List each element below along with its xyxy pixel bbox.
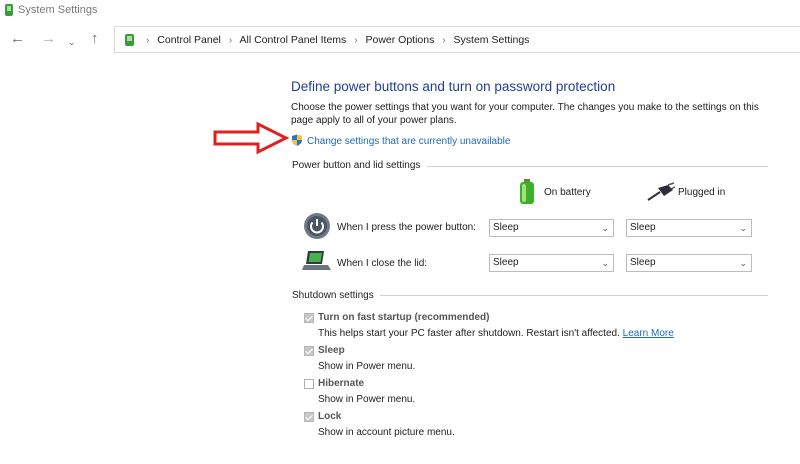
close-lid-battery-select[interactable]: Sleep ⌄ (489, 254, 614, 272)
chevron-down-icon: ⌄ (601, 258, 609, 268)
chevron-down-icon[interactable]: ⌄ (68, 34, 76, 50)
lock-checkbox[interactable] (304, 412, 314, 422)
hibernate-label: Hibernate (318, 378, 365, 389)
hibernate-checkbox[interactable] (304, 379, 314, 389)
breadcrumb-separator: › (442, 35, 446, 46)
chevron-down-icon: ⌄ (739, 223, 747, 233)
address-bar[interactable]: › Control Panel › All Control Panel Item… (114, 26, 800, 53)
page-description: Choose the power settings that you want … (291, 102, 759, 126)
close-lid-plugged-select[interactable]: Sleep ⌄ (626, 254, 752, 272)
learn-more-link[interactable]: Learn More (623, 328, 674, 339)
uac-shield-icon (292, 134, 302, 146)
section-divider (427, 166, 768, 167)
back-arrow-icon[interactable]: ← (10, 31, 25, 47)
fast-startup-checkbox[interactable] (304, 313, 314, 323)
control-panel-icon (125, 34, 134, 46)
sleep-checkbox[interactable] (304, 346, 314, 356)
on-battery-header: On battery (544, 187, 591, 198)
close-lid-label: When I close the lid: (337, 258, 428, 269)
breadcrumb-system-settings[interactable]: System Settings (454, 34, 530, 46)
power-button-label: When I press the power button: (337, 222, 476, 233)
select-value: Sleep (630, 222, 656, 233)
plug-icon (647, 182, 676, 201)
breadcrumb-power-options[interactable]: Power Options (365, 34, 434, 46)
select-value: Sleep (493, 257, 519, 268)
sleep-label: Sleep (318, 345, 345, 356)
red-arrow-annotation-icon (213, 121, 290, 155)
breadcrumb-all-items[interactable]: All Control Panel Items (240, 34, 347, 46)
chevron-down-icon: ⌄ (739, 258, 747, 268)
change-settings-link-text[interactable]: Change settings that are currently unava… (307, 136, 510, 147)
title-bar: System Settings (0, 0, 800, 22)
hibernate-description: Show in Power menu. (318, 394, 416, 405)
sleep-description: Show in Power menu. (318, 361, 416, 372)
shutdown-section-title: Shutdown settings (292, 290, 374, 301)
up-arrow-icon[interactable]: ↑ (91, 31, 99, 47)
breadcrumb-separator: › (228, 35, 233, 46)
lock-label: Lock (318, 411, 342, 422)
plugged-in-header: Plugged in (678, 187, 726, 198)
battery-icon (520, 179, 534, 204)
breadcrumb-separator: › (354, 35, 358, 46)
section-divider (380, 295, 768, 296)
fast-startup-desc-text: This helps start your PC faster after sh… (318, 328, 620, 339)
breadcrumb-control-panel[interactable]: Control Panel (157, 34, 221, 46)
window-title: System Settings (18, 4, 98, 16)
select-value: Sleep (493, 222, 519, 233)
fast-startup-label: Turn on fast startup (recommended) (318, 312, 490, 323)
fast-startup-description: This helps start your PC faster after sh… (318, 328, 674, 339)
lock-description: Show in account picture menu. (318, 427, 455, 438)
chevron-down-icon: ⌄ (601, 223, 609, 233)
forward-arrow-icon[interactable]: → (41, 31, 56, 47)
power-button-battery-select[interactable]: Sleep ⌄ (489, 219, 614, 237)
laptop-lid-icon (302, 251, 331, 270)
page-title: Define power buttons and turn on passwor… (291, 79, 616, 94)
power-section-title: Power button and lid settings (292, 160, 421, 171)
change-settings-link[interactable]: Change settings that are currently unava… (291, 134, 510, 147)
control-panel-icon (5, 4, 13, 16)
power-button-plugged-select[interactable]: Sleep ⌄ (626, 219, 752, 237)
select-value: Sleep (630, 257, 656, 268)
breadcrumb-separator: › (146, 35, 150, 46)
power-button-icon (304, 213, 330, 239)
breadcrumb: › Control Panel › All Control Panel Item… (141, 34, 529, 46)
navigation-bar: ← → ⌄ ↑ › Control Panel › All Control Pa… (0, 26, 800, 54)
